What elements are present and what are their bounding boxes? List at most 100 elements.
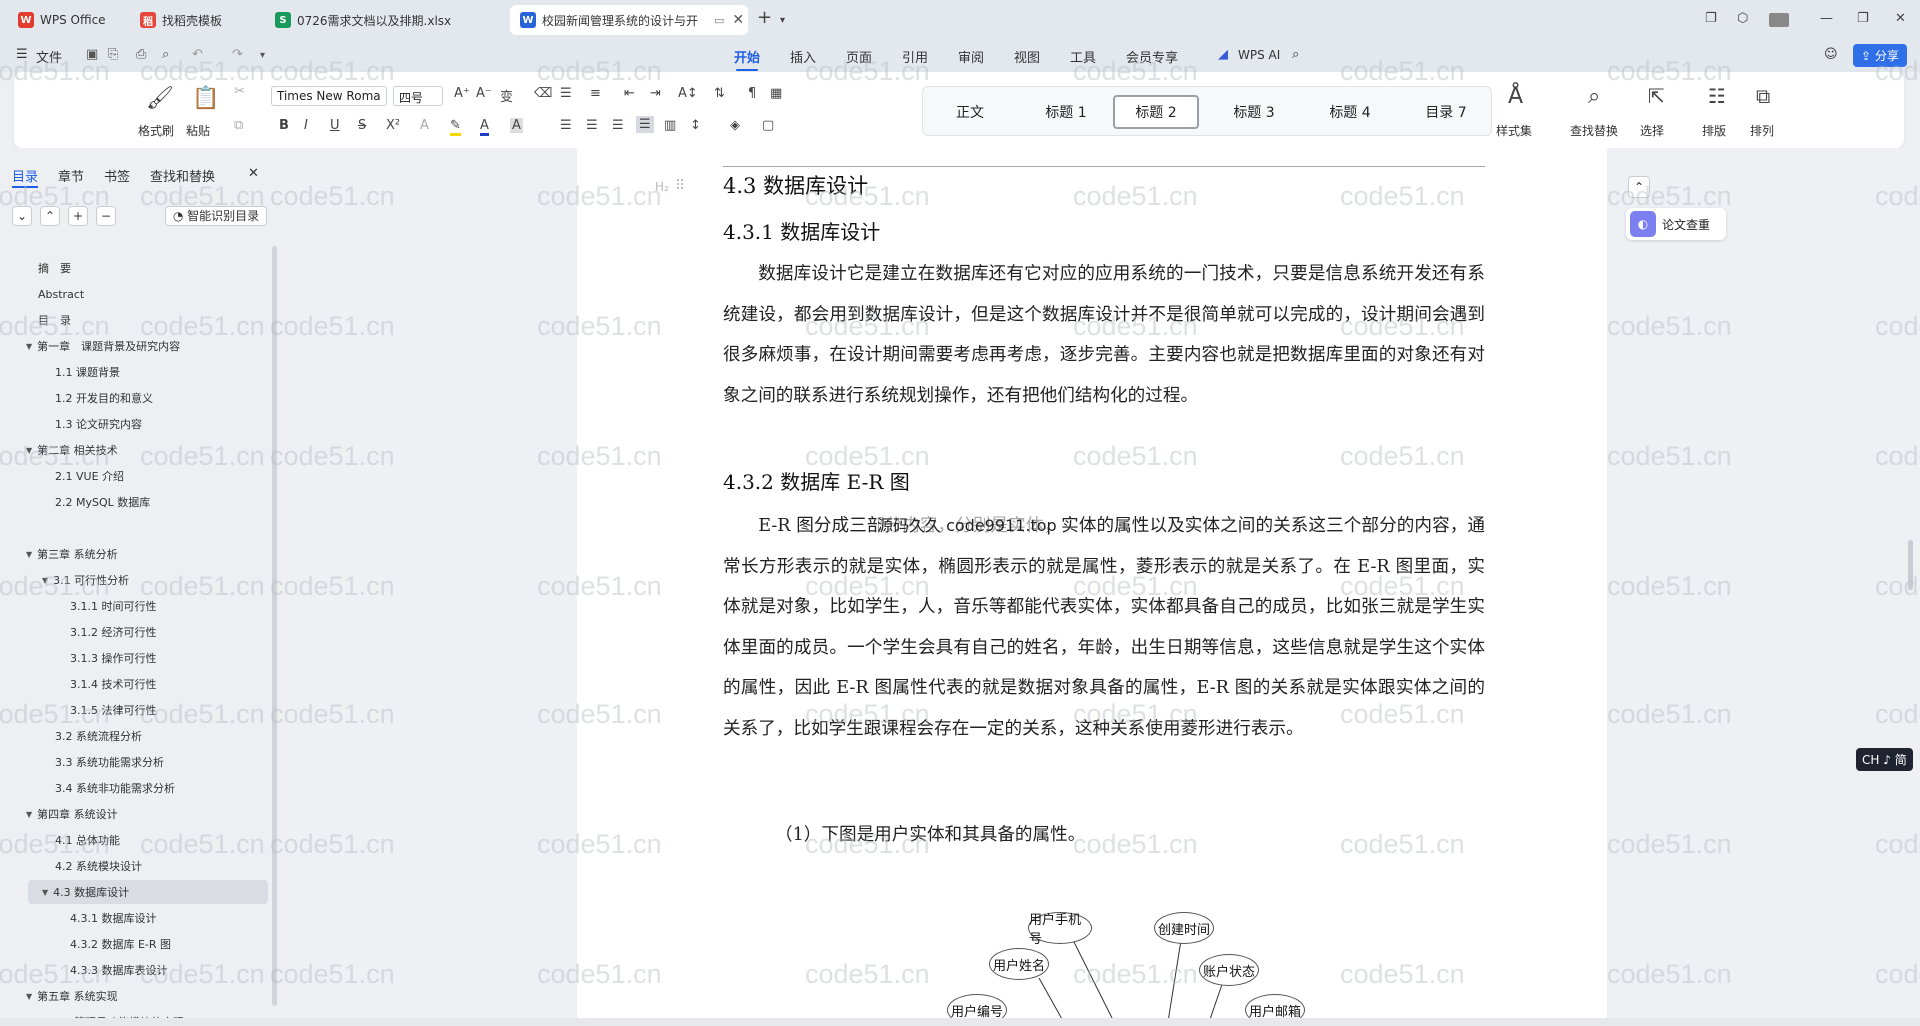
nav-tab-toc[interactable]: 目录	[12, 166, 39, 188]
tab-wps-office[interactable]: W WPS Office	[8, 5, 120, 35]
toc-item[interactable]: 3.4 系统非功能需求分析	[55, 776, 175, 800]
toc-scrollbar[interactable]	[272, 246, 277, 1006]
toc-expand-icon[interactable]: ▼	[26, 550, 32, 559]
nav-tab-find-replace[interactable]: 查找和替换	[150, 166, 215, 185]
remove-heading-icon[interactable]: −	[96, 206, 116, 226]
font-name-select[interactable]: Times New Roma	[271, 86, 387, 106]
font-color-icon[interactable]: A	[480, 118, 489, 136]
tab-docer[interactable]: 稻 找稻壳模板	[130, 5, 255, 35]
toc-item[interactable]: 4.1 总体功能	[55, 828, 120, 852]
underline-icon[interactable]: U	[330, 118, 340, 133]
toc-expand-icon[interactable]: ▼	[26, 446, 32, 455]
comment-icon[interactable]: ☺	[1824, 47, 1838, 62]
toc-expand-icon[interactable]: ▼	[26, 992, 32, 1001]
toc-item[interactable]: ▼ 4.3 数据库设计	[28, 880, 268, 904]
toc-item[interactable]: 4.3.1 数据库设计	[70, 906, 157, 930]
toc-expand-icon[interactable]: ▼	[42, 888, 48, 897]
layout-label[interactable]: 排版	[1702, 122, 1726, 139]
format-painter-label[interactable]: 格式刷	[138, 122, 174, 139]
align-right-icon[interactable]: ☰	[612, 118, 624, 133]
close-window-icon[interactable]: ✕	[1895, 11, 1906, 26]
line-spacing-icon[interactable]: ↕	[690, 118, 701, 133]
tab-document[interactable]: W 校园新闻管理系统的设计与开 ▭ ✕	[510, 5, 748, 35]
tab-spreadsheet[interactable]: S 0726需求文档以及排期.xlsx	[265, 5, 500, 35]
justify-icon[interactable]: ☰	[636, 116, 654, 133]
toc-item[interactable]: 3.1.2 经济可行性	[70, 620, 157, 644]
toc-item[interactable]: 摘 要	[38, 256, 71, 280]
cut-icon[interactable]: ✂	[234, 84, 245, 99]
paste-icon[interactable]: 📋	[192, 86, 219, 111]
wps-ai-button[interactable]: WPS AI	[1238, 48, 1280, 62]
nav-tab-chapters[interactable]: 章节	[58, 166, 84, 185]
toc-item[interactable]: ▼ 第二章 相关技术	[26, 438, 118, 462]
bold-icon[interactable]: B	[279, 118, 289, 133]
toc-item[interactable]: 3.1.4 技术可行性	[70, 672, 157, 696]
border-icon[interactable]: ▢	[762, 118, 774, 133]
distribute-icon[interactable]: ▥	[664, 118, 676, 133]
text-direction-icon[interactable]: A↕	[678, 86, 698, 101]
arrange-label[interactable]: 排列	[1750, 122, 1774, 139]
toc-item[interactable]: 1.3 论文研究内容	[55, 412, 142, 436]
toc-item[interactable]: 4.3.3 数据库表设计	[70, 958, 168, 982]
style-heading-2[interactable]: 标题 2	[1113, 95, 1199, 129]
toc-item[interactable]: 3.3 系统功能需求分析	[55, 750, 164, 774]
toc-expand-icon[interactable]: ▼	[42, 576, 48, 585]
redo-icon[interactable]: ↷	[232, 47, 243, 62]
close-tab-icon[interactable]: ✕	[732, 12, 744, 28]
avatar[interactable]	[1769, 13, 1789, 27]
format-painter-icon[interactable]: 🖌	[146, 86, 174, 111]
toc-item[interactable]: 3.1.3 操作可行性	[70, 646, 157, 670]
numbered-list-icon[interactable]: ≡	[590, 86, 601, 101]
toc-item[interactable]: Abstract	[38, 282, 84, 306]
toc-item[interactable]: 3.1.5 法律可行性	[70, 698, 157, 722]
tab-review[interactable]: 审阅	[958, 47, 984, 66]
style-set-icon[interactable]: Å	[1508, 84, 1523, 109]
select-label[interactable]: 选择	[1640, 122, 1664, 139]
clear-format-icon[interactable]: ⌫	[534, 86, 552, 101]
tab-references[interactable]: 引用	[902, 47, 928, 66]
toc-item[interactable]: ▼ 第四章 系统设计	[26, 802, 118, 826]
toc-item[interactable]: 2.1 VUE 介绍	[55, 464, 124, 488]
toc-item[interactable]: 4.3.2 数据库 E-R 图	[70, 932, 171, 956]
decrease-font-icon[interactable]: A⁻	[476, 86, 492, 101]
layout-icon[interactable]: ☷	[1708, 84, 1726, 108]
tab-member[interactable]: 会员专享	[1126, 47, 1178, 66]
search-icon[interactable]: ⌕	[1292, 47, 1299, 62]
paper-check-button[interactable]: ◐ 论文查重	[1626, 208, 1726, 240]
decrease-indent-icon[interactable]: ⇤	[624, 86, 635, 101]
share-button[interactable]: ⇪ 分享	[1853, 44, 1907, 67]
shading-icon[interactable]: ◈	[730, 118, 740, 133]
toc-item[interactable]: 1.2 开发目的和意义	[55, 386, 153, 410]
print-icon[interactable]: ⎙	[136, 47, 146, 62]
smart-toc-button[interactable]: ◔ 智能识别目录	[165, 206, 267, 226]
text-effect-icon[interactable]: A	[420, 118, 429, 133]
copy-icon[interactable]: ⧉	[234, 118, 243, 133]
tab-tools[interactable]: 工具	[1070, 47, 1096, 66]
save-icon[interactable]: ▣	[86, 47, 98, 62]
toc-item[interactable]: ▼ 第三章 系统分析	[26, 542, 118, 566]
tab-view[interactable]: 视图	[1014, 47, 1040, 66]
toc-item[interactable]: 1.1 课题背景	[55, 360, 120, 384]
close-pane-icon[interactable]: ✕	[248, 166, 259, 181]
document-scrollbar[interactable]	[1908, 540, 1913, 590]
window-grid-icon[interactable]: ❐	[1705, 11, 1717, 26]
table-grid-icon[interactable]: ▦	[770, 86, 782, 101]
style-heading-3[interactable]: 标题 3	[1211, 95, 1297, 129]
paste-label[interactable]: 粘贴	[186, 122, 210, 139]
strikethrough-icon[interactable]: S	[358, 118, 366, 133]
style-heading-4[interactable]: 标题 4	[1307, 95, 1393, 129]
align-left-icon[interactable]: ☰	[560, 118, 572, 133]
tab-insert[interactable]: 插入	[790, 47, 816, 66]
hamburger-icon[interactable]: ☰	[16, 47, 28, 62]
toc-item[interactable]: 4.2 系统模块设计	[55, 854, 142, 878]
undo-icon[interactable]: ↶	[192, 47, 203, 62]
export-icon[interactable]: ⎘	[108, 47, 118, 62]
toc-item[interactable]: 3.2 系统流程分析	[55, 724, 142, 748]
toc-item[interactable]: 目 录	[38, 308, 71, 332]
style-heading-1[interactable]: 标题 1	[1023, 95, 1109, 129]
select-pointer-icon[interactable]: ⇱	[1648, 84, 1665, 108]
ime-indicator[interactable]: CH ♪ 简	[1856, 748, 1913, 771]
collapse-icon[interactable]: ⌄	[12, 206, 32, 226]
highlight-icon[interactable]: ✎	[450, 118, 461, 136]
align-center-icon[interactable]: ☰	[586, 118, 598, 133]
